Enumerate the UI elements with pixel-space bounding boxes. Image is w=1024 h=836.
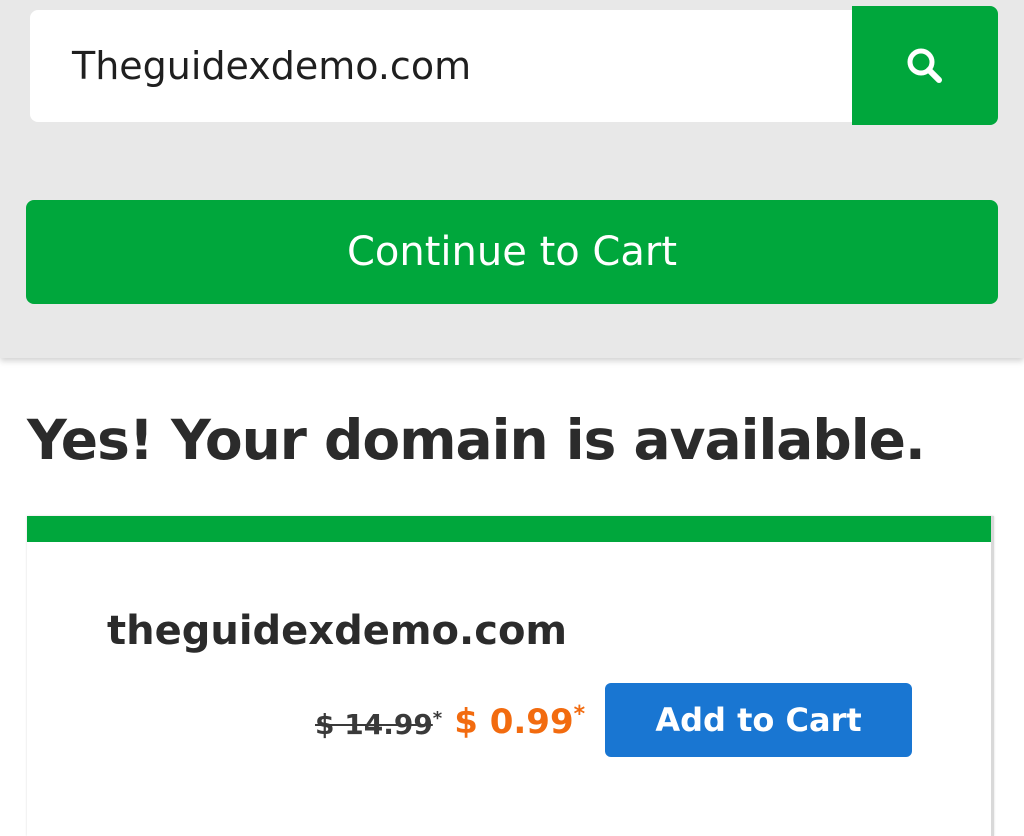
availability-headline: Yes! Your domain is available. [27, 408, 926, 472]
original-price: $ 14.99 [315, 708, 433, 741]
search-panel: Theguidexdemo.com Continue to Cart [0, 0, 1024, 358]
original-price-mark: * [432, 708, 443, 729]
search-input-value: Theguidexdemo.com [72, 44, 472, 88]
domain-result-card: theguidexdemo.com $ 14.99 * $ 0.99 * Add… [27, 516, 994, 836]
domain-name: theguidexdemo.com [107, 608, 568, 654]
sale-price-mark: * [573, 702, 586, 727]
card-accent-bar [27, 516, 991, 542]
sale-price: $ 0.99 [454, 702, 574, 742]
search-button[interactable] [852, 6, 998, 125]
price-row: $ 14.99 * $ 0.99 * [315, 698, 585, 742]
add-to-cart-button[interactable]: Add to Cart [605, 683, 912, 757]
search-icon [907, 48, 942, 83]
search-input[interactable]: Theguidexdemo.com [30, 10, 852, 122]
continue-to-cart-button[interactable]: Continue to Cart [26, 200, 998, 304]
